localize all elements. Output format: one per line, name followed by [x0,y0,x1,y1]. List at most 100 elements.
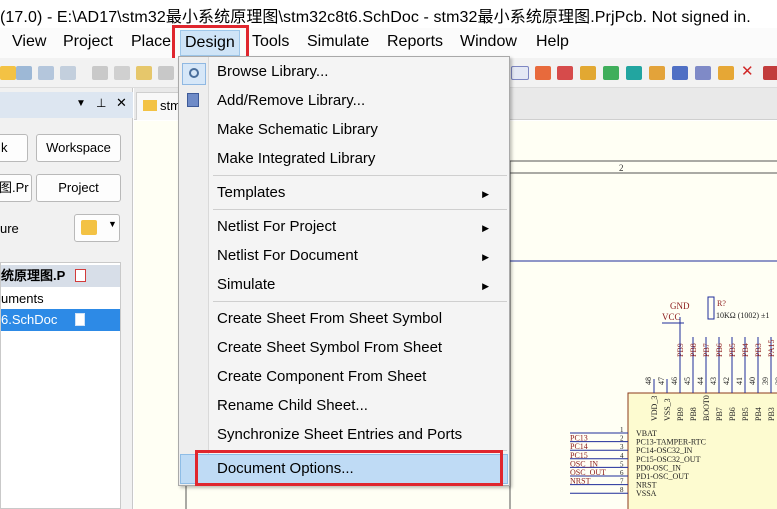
tree-file-label: 6.SchDoc [1,312,58,327]
tree-project-label: 统原理图.P [1,268,66,283]
menu-project[interactable]: Project [63,33,113,51]
top-pin-number: 48 [644,377,653,385]
submenu-arrow-icon: ▶ [482,281,489,291]
tree-documents-label: uments [1,291,44,306]
folder-icon [143,100,157,111]
project-button[interactable]: Project [36,174,121,202]
top-net-label: PB3 [754,343,763,357]
left-pin-number: 8 [620,486,624,494]
top-pin-name: VDD_3 [650,396,659,421]
menu-tools[interactable]: Tools [252,33,289,51]
menu-item-make-integrated-library[interactable]: Make Integrated Library [217,150,375,167]
gnd-icon[interactable] [535,66,551,80]
port-icon[interactable] [649,66,665,80]
bus-icon[interactable] [695,66,711,80]
menu-item-netlist-project[interactable]: Netlist For Project ▶ [217,218,501,235]
panel-menu-icon[interactable]: ▼ [76,98,86,109]
zoom-select-icon[interactable] [60,66,76,80]
menu-separator [213,175,507,176]
tree-project-row[interactable]: 统原理图.P [1,265,120,287]
document-options-highlight-box [195,450,503,486]
top-pin-name: PB3 [767,407,776,421]
tree-file-row[interactable]: 6.SchDoc [1,309,120,331]
panel-header: ▼ ⊥ ✕ [0,92,133,118]
top-net-label: PA15 [767,340,776,358]
submenu-arrow-icon: ▶ [482,189,489,199]
resistor-body [707,296,715,320]
menu-item-simulate-label: Simulate [217,276,276,293]
paste-icon[interactable] [136,66,152,80]
menu-item-templates[interactable]: Templates ▶ [217,184,501,201]
submenu-arrow-icon: ▶ [482,223,489,233]
harness-icon[interactable] [718,66,734,80]
left-pin-number: 5 [620,460,624,468]
browse-library-icon [182,63,206,85]
zoom-fit-icon[interactable] [38,66,54,80]
top-pin-name: PB4 [754,407,763,421]
projects-panel: ▼ ⊥ ✕ k Workspace 图.Pr Project ure ▼ 统原理… [0,88,133,509]
no-erc-icon[interactable]: ✕ [741,64,757,79]
tree-documents-row[interactable]: uments [1,288,120,310]
menu-item-create-component-from-sheet[interactable]: Create Component From Sheet [217,368,426,385]
zoom-area-icon[interactable] [16,66,32,80]
gnd-label: GND [670,301,690,311]
top-net-label: PB6 [715,343,724,357]
open-icon[interactable] [0,66,16,80]
top-pin-number: 40 [748,377,757,385]
menu-bar: View Project Place Design Tools Simulate… [0,28,777,58]
menu-item-templates-label: Templates [217,184,286,201]
top-pin-number: 42 [722,377,731,385]
close-icon[interactable]: ✕ [116,95,127,111]
top-pin-number: 44 [696,377,705,385]
folder-icon [81,220,97,235]
menu-item-browse-library[interactable]: Browse Library... [217,63,328,80]
menu-item-simulate[interactable]: Simulate ▶ [217,276,501,293]
bus-entry-icon[interactable] [672,66,688,80]
left-pin-number: 2 [620,435,624,443]
top-pin-name: PB9 [676,407,685,421]
menu-item-add-remove-library[interactable]: Add/Remove Library... [217,92,365,109]
rubber-stamp-icon[interactable] [158,66,174,80]
left-pin-number: 6 [620,469,624,477]
menu-item-netlist-document[interactable]: Netlist For Document ▶ [217,247,501,264]
resistor-value: 10KΩ (1002) ±1 [716,311,769,320]
menu-item-synchronize-sheet-entries[interactable]: Synchronize Sheet Entries and Ports [217,426,462,443]
menu-item-create-sheet-from-symbol[interactable]: Create Sheet From Sheet Symbol [217,310,442,327]
project-options-button[interactable]: ▼ [74,214,120,242]
top-pin-name: BOOT0 [702,395,711,421]
part-icon[interactable] [580,66,596,80]
workspace-button[interactable]: Workspace [36,134,121,162]
project-tree: 统原理图.P uments 6.SchDoc [0,262,121,509]
pin-icon[interactable]: ⊥ [96,96,106,110]
menu-item-rename-child-sheet[interactable]: Rename Child Sheet... [217,397,368,414]
menu-reports[interactable]: Reports [387,33,443,51]
menu-help[interactable]: Help [536,33,569,51]
top-pin-number: 41 [735,377,744,385]
window-title: (17.0) - E:\AD17\stm32最小系统原理图\stm32c8t6.… [0,9,751,26]
cut-icon[interactable] [92,66,108,80]
menu-view[interactable]: View [12,33,46,51]
directive-icon[interactable] [763,66,777,80]
project-file-combo[interactable]: 图.Pr [0,174,32,202]
menu-simulate[interactable]: Simulate [307,33,369,51]
left-pin-number: 7 [620,478,624,486]
left-pin-name: VSSA [636,489,657,498]
menu-item-netlist-project-label: Netlist For Project [217,218,337,235]
net-icon[interactable] [511,66,529,80]
copy-icon[interactable] [114,66,130,80]
add-remove-library-icon [187,93,199,107]
top-pin-number: 46 [670,377,679,385]
menu-item-create-symbol-from-sheet[interactable]: Create Sheet Symbol From Sheet [217,339,442,356]
menu-item-make-schematic-library[interactable]: Make Schematic Library [217,121,378,138]
menu-place[interactable]: Place [131,33,171,51]
sheet-entry-icon[interactable] [626,66,642,80]
resistor-ref: R? [717,299,726,308]
sheet-symbol-icon[interactable] [603,66,619,80]
workspace-combo[interactable]: k [0,134,28,162]
structure-label: ure [0,221,19,236]
left-net-label: NRST [570,477,591,486]
top-net-label: PB4 [741,343,750,357]
left-pin-number: 3 [620,443,624,451]
menu-window[interactable]: Window [460,33,517,51]
vcc-icon[interactable] [557,66,573,80]
